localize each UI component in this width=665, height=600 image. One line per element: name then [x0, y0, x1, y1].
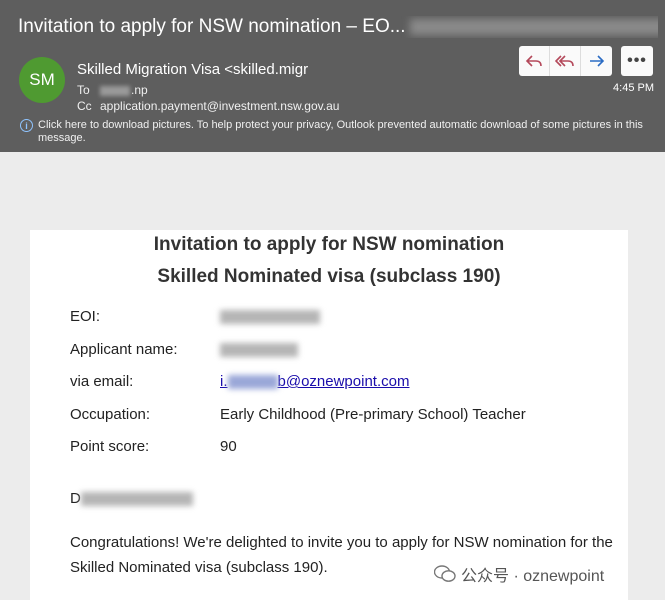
email-content-card: Invitation to apply for NSW nomination S… — [30, 230, 628, 600]
redacted-applicant — [220, 343, 298, 358]
reply-all-button[interactable] — [550, 46, 581, 76]
email-label: via email: — [70, 373, 134, 390]
to-value[interactable]: .np — [131, 83, 148, 97]
eoi-label: EOI: — [70, 308, 101, 325]
cc-row: Cc application.payment@investment.nsw.gov… — [77, 99, 339, 113]
points-value: 90 — [220, 438, 237, 455]
cc-label: Cc — [77, 99, 92, 113]
occupation-value: Early Childhood (Pre-primary School) Tea… — [220, 406, 526, 423]
more-actions-button[interactable]: ••• — [621, 46, 653, 76]
info-icon: i — [20, 119, 33, 132]
cc-value[interactable]: application.payment@investment.nsw.gov.a… — [100, 99, 339, 113]
redacted-recipient — [100, 85, 130, 96]
forward-button[interactable] — [581, 46, 612, 76]
wechat-icon — [434, 565, 456, 582]
reply-icon — [525, 55, 542, 67]
visa-subtitle: Skilled Nominated visa (subclass 190) — [157, 266, 501, 287]
redacted-email — [227, 375, 278, 390]
salutation: D — [70, 490, 193, 507]
to-label: To — [77, 83, 90, 97]
applicant-email-link[interactable]: i. b@oznewpoint.com — [220, 373, 409, 390]
reply-all-icon — [555, 55, 574, 67]
redacted-eoi — [220, 310, 320, 325]
reply-button[interactable] — [519, 46, 550, 76]
occupation-label: Occupation: — [70, 406, 151, 423]
wechat-watermark: 公众号 · oznewpoint — [434, 562, 604, 586]
received-time: 4:45 PM — [613, 82, 654, 94]
forward-icon — [589, 55, 604, 67]
reply-actions — [519, 46, 612, 76]
sender-avatar[interactable]: SM — [19, 57, 65, 103]
message-header: Invitation to apply for NSW nomination –… — [0, 0, 665, 152]
points-label: Point score: — [70, 438, 150, 455]
invitation-title: Invitation to apply for NSW nomination — [153, 234, 505, 255]
redacted-salutation — [80, 492, 193, 507]
redacted-subject — [409, 18, 658, 35]
eoi-value — [220, 308, 320, 325]
email-subject: Invitation to apply for NSW nomination –… — [18, 16, 658, 38]
applicant-value — [220, 341, 298, 358]
to-row: To .np — [77, 83, 148, 97]
download-pictures-notice[interactable]: Click here to download pictures. To help… — [38, 119, 658, 145]
sender-name[interactable]: Skilled Migration Visa <skilled.migr — [77, 61, 308, 78]
applicant-label: Applicant name: — [70, 341, 178, 358]
